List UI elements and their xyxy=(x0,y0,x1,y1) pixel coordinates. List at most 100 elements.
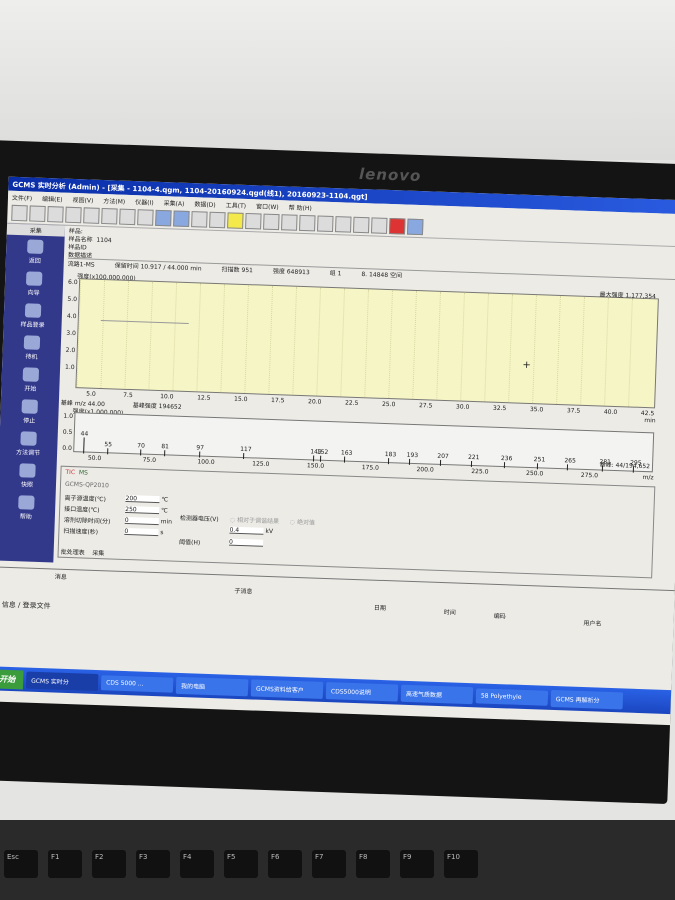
toolbar-button[interactable] xyxy=(406,218,424,236)
radio-relative[interactable]: ◌ 相对于调谐结果 xyxy=(230,515,279,526)
tab-ms[interactable]: MS xyxy=(79,469,88,476)
toolbar-button[interactable] xyxy=(317,215,334,233)
voltage-input[interactable]: 0.4 xyxy=(229,526,264,535)
tab-info[interactable]: 信息 xyxy=(2,601,16,609)
tic-xtick: 30.0 xyxy=(455,403,470,411)
toolbar-button[interactable] xyxy=(137,209,154,226)
message-table: 消息 子消息 日期 时间 编码 用户名 信息 / 登录文件 xyxy=(0,566,675,681)
tic-xtick: 35.0 xyxy=(529,406,544,414)
solvent-input[interactable]: 0 xyxy=(124,516,159,526)
toolbar-button[interactable] xyxy=(29,205,46,222)
ion-temp-input[interactable]: 200 xyxy=(125,494,160,504)
ms-peak-bar xyxy=(470,460,472,468)
taskbar-item[interactable]: 高速气质数据 xyxy=(400,684,474,704)
toolbar-button[interactable] xyxy=(11,204,28,222)
taskbar-item[interactable]: CDS5000说明 xyxy=(325,681,399,702)
scan-speed-input[interactable]: 0 xyxy=(124,527,159,537)
menu-item[interactable]: 采集(A) xyxy=(163,198,185,208)
status-line: 流路1-MS xyxy=(67,260,95,269)
tic-ytick: 1.0 xyxy=(64,363,75,372)
iface-temp-input[interactable]: 250 xyxy=(125,505,160,515)
ms-peak-label: 295 xyxy=(630,459,642,467)
toolbar-button[interactable] xyxy=(388,217,406,235)
toolbar-button[interactable] xyxy=(47,206,64,223)
grid-line xyxy=(412,290,417,399)
sidebar: 采集 返回 向导 样品登录 待机 开始 停止 方法调节 快照 帮助 xyxy=(0,223,66,563)
ms-peak-label: 183 xyxy=(384,450,397,459)
toolbar-button[interactable] xyxy=(334,216,352,233)
toolbar-button[interactable] xyxy=(227,212,244,229)
menu-item[interactable]: 帮 助(H) xyxy=(289,202,312,212)
menu-item[interactable]: 窗口(W) xyxy=(256,201,279,211)
ms-peak-bar xyxy=(632,466,635,473)
unit: ℃ xyxy=(161,496,169,504)
ms-peak-label: 163 xyxy=(340,449,353,457)
sidebar-icon xyxy=(23,335,41,350)
tab-acquire[interactable]: 采集 xyxy=(92,550,104,557)
status-space: 8. 14848 空间 xyxy=(361,271,403,280)
toolbar-button[interactable] xyxy=(83,207,100,224)
menu-item[interactable]: 文件(F) xyxy=(12,193,32,203)
toolbar-button[interactable] xyxy=(352,216,370,234)
ms-peak-bar xyxy=(82,437,85,454)
toolbar-button[interactable] xyxy=(245,212,262,230)
sidebar-item[interactable]: 帮助 xyxy=(0,490,56,524)
tab-tic[interactable]: TIC xyxy=(65,469,75,476)
ms-peak-label: 55 xyxy=(104,441,113,449)
threshold-input[interactable]: 0 xyxy=(228,538,264,547)
toolbar-button[interactable] xyxy=(101,207,118,225)
keyboard-key: F10 xyxy=(444,850,478,878)
grid-line xyxy=(196,283,202,392)
menu-item[interactable]: 视图(V) xyxy=(72,195,94,205)
ms-peak-bar xyxy=(343,456,345,463)
taskbar-item[interactable]: GCMS资料给客户 xyxy=(250,678,324,699)
ms-peak-label: 281 xyxy=(599,458,612,466)
toolbar-button[interactable] xyxy=(173,210,190,228)
toolbar-button[interactable] xyxy=(65,206,82,224)
menu-item[interactable]: 工具(T) xyxy=(226,200,247,210)
toolbar-button[interactable] xyxy=(299,214,316,232)
toolbar-button[interactable] xyxy=(209,211,226,229)
tic-xtick: 25.0 xyxy=(381,400,396,409)
grid-line xyxy=(364,289,370,398)
taskbar-item[interactable]: 我的电脑 xyxy=(175,676,249,696)
col-message: 消息 xyxy=(54,573,67,581)
toolbar-button[interactable] xyxy=(370,217,388,234)
menu-item[interactable]: 数据(D) xyxy=(194,199,216,209)
tic-ytick: 4.0 xyxy=(66,312,77,321)
menu-item[interactable]: 仪器(I) xyxy=(135,197,154,207)
ms-peak-label: 221 xyxy=(467,453,480,462)
ms-peak-bar xyxy=(387,458,389,465)
grid-line xyxy=(628,298,633,407)
sidebar-item[interactable]: 待机 xyxy=(2,331,61,365)
toolbar-button[interactable] xyxy=(263,213,280,231)
menu-item[interactable]: 方法(M) xyxy=(103,196,125,206)
ms-peak-label: 236 xyxy=(500,455,513,463)
tic-xtick: 20.0 xyxy=(307,398,322,406)
taskbar-item[interactable]: GCMS 实时分 xyxy=(25,671,99,691)
start-button[interactable]: 开始 xyxy=(0,668,24,689)
taskbar-item[interactable]: CDS 5000 ... xyxy=(100,674,174,693)
sidebar-item[interactable]: 样品登录 xyxy=(3,299,62,333)
radio-abs-label: 绝对值 xyxy=(296,518,316,527)
ms-xtick: 50.0 xyxy=(87,454,102,463)
menu-item[interactable]: 编辑(E) xyxy=(42,194,63,204)
sidebar-item[interactable]: 向导 xyxy=(4,267,63,301)
sidebar-item[interactable]: 返回 xyxy=(6,235,65,269)
ms-peak-label: 117 xyxy=(240,445,252,454)
tic-chart[interactable]: 最大强度 1,177,354 + 6.0 5.0 4.0 3.0 2.0 1.0 5.0 7.… xyxy=(65,278,659,424)
radio-absolute[interactable]: ◌ 绝对值 xyxy=(290,517,315,527)
sidebar-item[interactable]: 开始 xyxy=(1,363,60,397)
sidebar-item[interactable]: 快照 xyxy=(0,459,57,493)
ms-spectrum[interactable]: 基峰: 44/194,652 1.0 0.5 0.0 44 55 70 81 97 117 149… xyxy=(62,412,655,481)
toolbar-button[interactable] xyxy=(119,208,136,226)
sidebar-item[interactable]: 方法调节 xyxy=(0,427,58,461)
toolbar-button[interactable] xyxy=(281,214,298,231)
toolbar-button[interactable] xyxy=(155,209,172,227)
tab-batch[interactable]: 批处理表 xyxy=(61,549,85,557)
taskbar-item[interactable]: 58 Polyethyle xyxy=(475,687,549,706)
tab-log[interactable]: 登录文件 xyxy=(22,601,50,610)
taskbar-item[interactable]: GCMS 再解析分 xyxy=(550,689,624,709)
toolbar-button[interactable] xyxy=(191,211,208,228)
sidebar-item[interactable]: 停止 xyxy=(0,395,59,429)
